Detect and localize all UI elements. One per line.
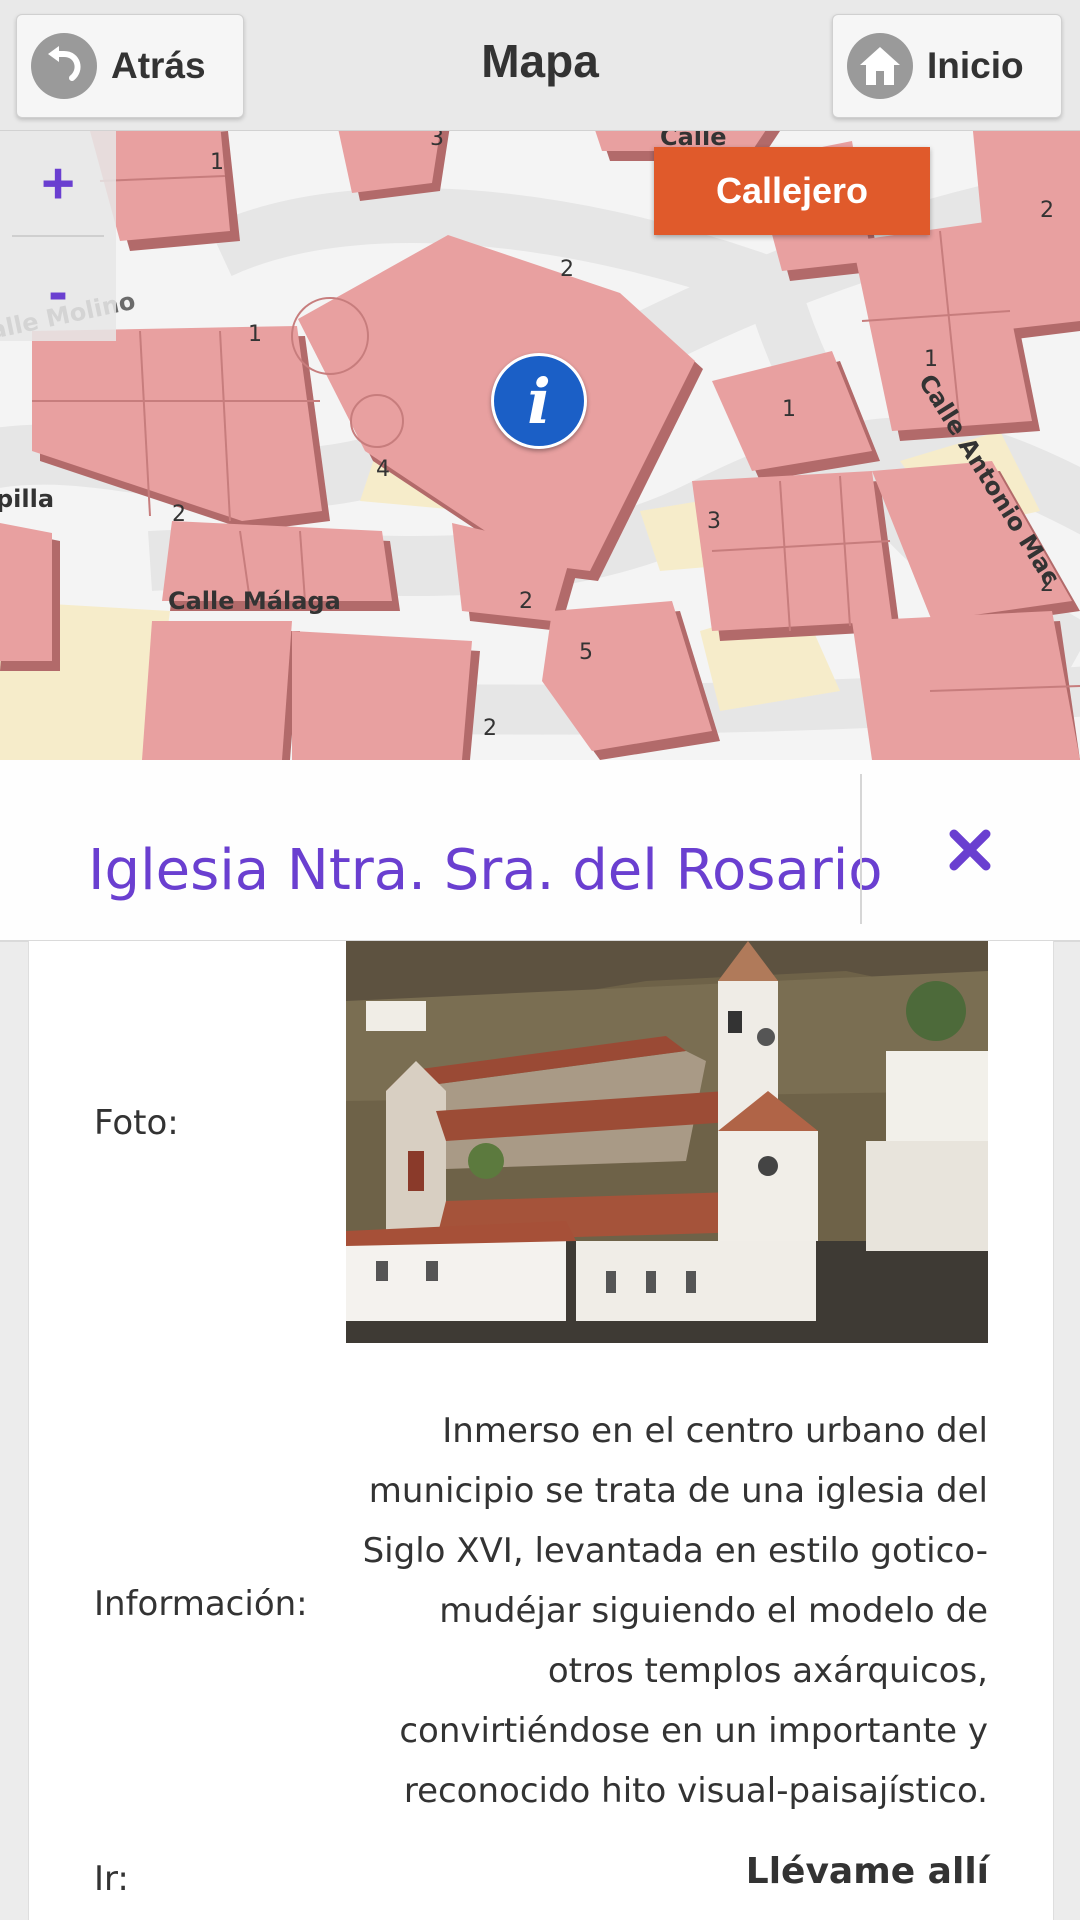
zoom-controls: + - [0,131,116,341]
street-label-malaga: Calle Málaga [168,587,341,615]
svg-text:3: 3 [707,509,721,534]
zoom-in-button[interactable]: + [0,133,116,233]
close-icon[interactable] [940,820,1000,880]
info-label: Información: [94,1584,308,1624]
poi-details: Foto: Información: Inmerso en el centro … [28,941,1054,1920]
popup-divider [860,774,862,924]
photo-label: Foto: [94,1103,179,1143]
svg-text:3: 3 [430,131,444,151]
svg-text:2: 2 [560,257,574,282]
svg-text:2: 2 [519,589,533,614]
church-photo [346,941,988,1343]
svg-text:2: 2 [172,502,186,527]
svg-text:1: 1 [924,347,938,372]
top-bar: Atrás Mapa Inicio [0,0,1080,132]
svg-text:2: 2 [483,716,497,741]
poi-title: Iglesia Ntra. Sra. del Rosario [88,838,883,903]
zoom-out-button[interactable]: - [0,241,116,341]
info-description: Inmerso en el centro urbano del municipi… [362,1411,988,1811]
go-label: Ir: [94,1859,129,1899]
callejero-button[interactable]: Callejero [654,147,930,235]
map-view[interactable]: Calle Málaga Calle Antonio Mac alle Moli… [0,131,1080,760]
svg-text:2: 2 [1040,198,1054,223]
street-label-pilla: pilla [0,485,54,513]
poi-popup-header: Iglesia Ntra. Sra. del Rosario [0,760,1080,942]
take-me-there-link[interactable]: Llévame allí [746,1851,989,1892]
home-button-label: Inicio [927,45,1024,86]
home-button[interactable]: Inicio [832,14,1062,118]
svg-text:1: 1 [782,397,796,422]
svg-text:2: 2 [1040,572,1054,597]
svg-text:5: 5 [579,640,593,665]
svg-text:4: 4 [376,457,390,482]
svg-text:1: 1 [248,322,262,347]
info-marker-icon[interactable]: i [491,353,587,449]
svg-text:1: 1 [210,150,224,175]
home-icon [847,33,913,99]
zoom-divider [12,235,104,237]
